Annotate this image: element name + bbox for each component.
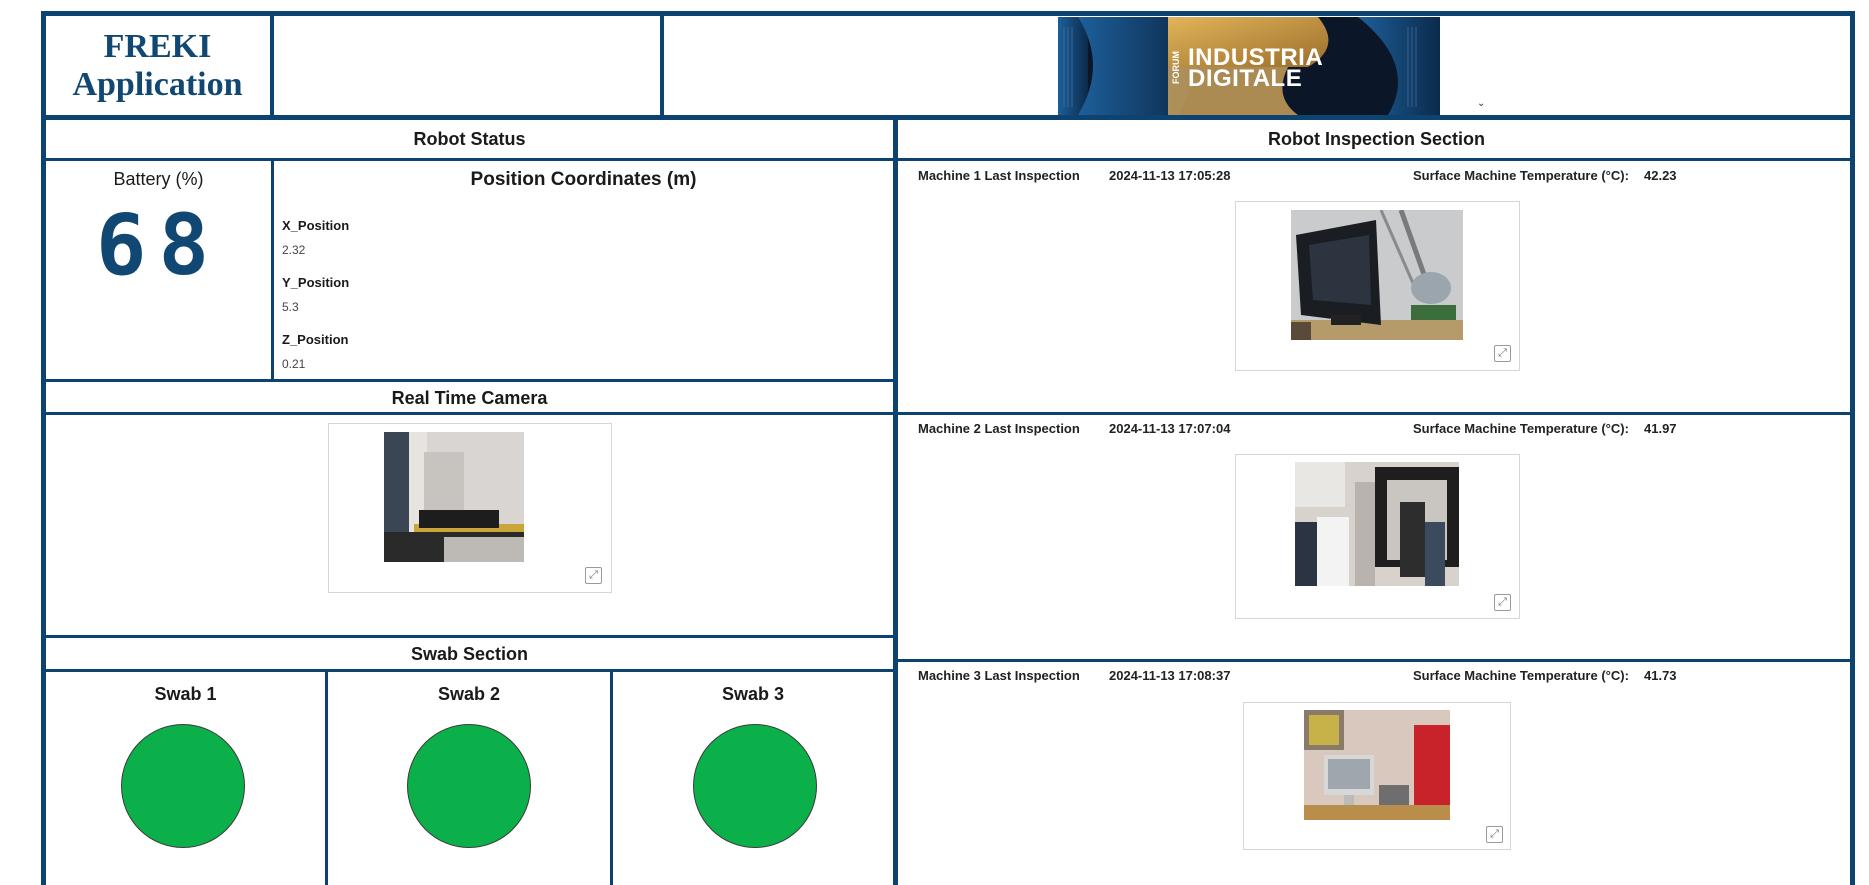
x-position-label: X_Position	[282, 218, 350, 233]
camera-image-card: ⤢	[328, 423, 612, 593]
banner-side-text: FORUM	[1171, 51, 1181, 85]
header-sep-1	[270, 16, 274, 116]
header-sep-2	[660, 16, 664, 116]
banner-logo: FORUM INDUSTRIA DIGITALE	[1058, 17, 1440, 115]
robot-status-title: Robot Status	[413, 129, 526, 149]
x-position-value: 2.32	[282, 243, 306, 257]
battery-label: Battery (%)	[113, 169, 204, 189]
main-vertical-divider	[893, 120, 898, 885]
battery-position-sep	[271, 161, 274, 380]
banner-chevron-icon: ⌄	[1477, 98, 1486, 109]
machine-1-expand-icon[interactable]: ⤢	[1494, 345, 1511, 362]
app-title-line2: Application	[72, 65, 243, 103]
machine-2-expand-icon[interactable]: ⤢	[1494, 594, 1511, 611]
y-position-value: 5.3	[282, 300, 299, 314]
machine-3-image	[1304, 710, 1450, 820]
machine-3-temp-label: Surface Machine Temperature (°C):	[1413, 668, 1629, 683]
banner-line2: DIGITALE	[1188, 65, 1303, 92]
y-position-label: Y_Position	[282, 275, 350, 290]
camera-expand-icon[interactable]: ⤢	[585, 567, 602, 584]
machine-2-temp-value: 41.97	[1644, 421, 1677, 436]
inspection-sep-2	[898, 659, 1855, 662]
camera-feed-image	[384, 432, 524, 562]
swab-2-indicator	[407, 724, 531, 848]
machine-2-image-card: ⤢	[1235, 454, 1520, 619]
swab-3-indicator	[693, 724, 817, 848]
machine-1-image	[1291, 210, 1463, 340]
machine-1-timestamp: 2024-11-13 17:05:28	[1109, 168, 1231, 183]
z-position-label: Z_Position	[282, 332, 349, 347]
position-coordinates-title: Position Coordinates (m)	[470, 169, 697, 190]
header-divider	[41, 115, 1855, 120]
app-title-line1: FREKI	[103, 27, 212, 65]
robot-status-title-line	[46, 158, 893, 161]
swab-top-line	[46, 635, 893, 638]
machine-2-temp-label: Surface Machine Temperature (°C):	[1413, 421, 1629, 436]
camera-title: Real Time Camera	[391, 388, 548, 408]
app-title: FREKI Application	[45, 18, 270, 113]
machine-1-temp-label: Surface Machine Temperature (°C):	[1413, 168, 1629, 183]
swab-1-label: Swab 1	[154, 684, 217, 704]
machine-2-image	[1295, 462, 1459, 586]
machine-3-expand-icon[interactable]: ⤢	[1486, 826, 1503, 843]
machine-3-label: Machine 3 Last Inspection	[918, 668, 1080, 683]
machine-2-timestamp: 2024-11-13 17:07:04	[1109, 421, 1231, 436]
swab-section-title: Swab Section	[410, 644, 529, 664]
swab-3-label: Swab 3	[721, 684, 785, 704]
inspection-sep-1	[898, 412, 1855, 415]
machine-3-temp-value: 41.73	[1644, 668, 1677, 683]
inspection-section-title: Robot Inspection Section	[1267, 129, 1485, 149]
machine-1-image-card: ⤢	[1235, 201, 1520, 371]
machine-1-temp-value: 42.23	[1644, 168, 1677, 183]
camera-top-line	[46, 379, 893, 382]
swab-1-indicator	[121, 724, 245, 848]
machine-3-image-card: ⤢	[1243, 702, 1511, 850]
machine-2-label: Machine 2 Last Inspection	[918, 421, 1080, 436]
machine-3-timestamp: 2024-11-13 17:08:37	[1109, 668, 1231, 683]
swab-title-line	[46, 669, 893, 672]
swab-2-label: Swab 2	[437, 684, 501, 704]
machine-1-label: Machine 1 Last Inspection	[918, 168, 1080, 183]
z-position-value: 0.21	[282, 357, 306, 371]
banner-text: INDUSTRIA DIGITALE	[1188, 46, 1323, 92]
camera-title-line	[46, 412, 893, 415]
inspection-title-line	[898, 158, 1855, 161]
battery-value: 68	[95, 196, 222, 294]
